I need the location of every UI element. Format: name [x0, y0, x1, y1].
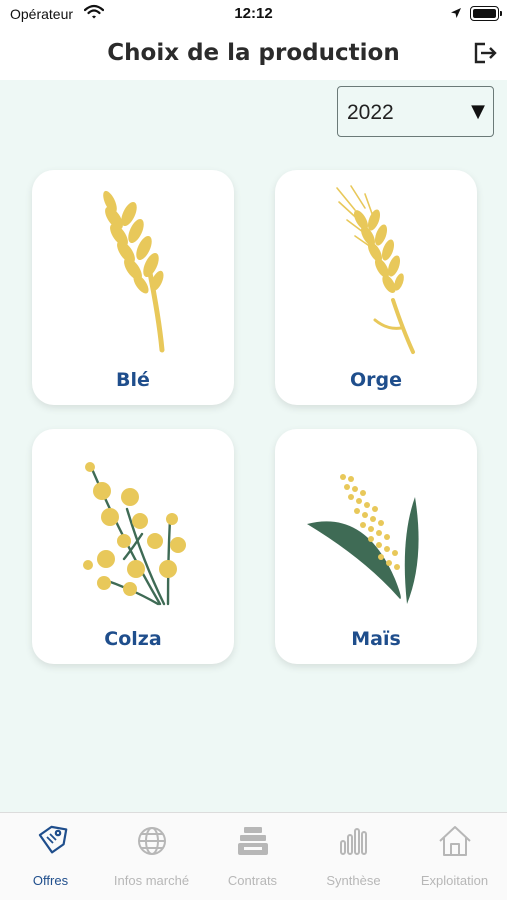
tab-label: Exploitation — [420, 873, 489, 888]
battery-icon — [470, 6, 502, 21]
production-label: Blé — [116, 369, 150, 391]
tab-bar: Offres Infos marché Contrats Synthèse Ex… — [0, 812, 507, 900]
year-select[interactable]: 2022 ▼ — [337, 86, 494, 137]
status-bar: Opérateur 12:12 — [0, 0, 507, 30]
house-icon — [439, 826, 471, 856]
tab-synthese[interactable]: Synthèse — [303, 813, 404, 900]
year-select-value: 2022 — [347, 101, 394, 124]
tab-contrats[interactable]: Contrats — [202, 813, 303, 900]
production-label: Orge — [349, 369, 402, 391]
tab-offres[interactable]: Offres — [0, 813, 101, 900]
globe-icon — [138, 827, 166, 855]
logout-icon[interactable] — [472, 40, 498, 66]
barley-icon — [336, 185, 415, 354]
nav-header: Choix de la production — [0, 30, 507, 80]
location-arrow-icon — [451, 8, 461, 18]
bar-chart-icon — [340, 828, 367, 855]
wheat-icon — [103, 190, 165, 353]
corn-icon — [307, 474, 419, 604]
tab-label: Offres — [32, 873, 69, 888]
production-content: 2022 ▼ Blé Orge Colza Maïs — [0, 80, 507, 812]
rapeseed-icon — [83, 462, 186, 606]
contracts-icon — [238, 827, 268, 855]
production-card-colza[interactable]: Colza — [32, 429, 234, 664]
dropdown-arrow-icon: ▼ — [471, 101, 485, 122]
clock: 12:12 — [234, 5, 273, 22]
page-title: Choix de la production — [107, 40, 400, 66]
tab-label: Contrats — [227, 873, 278, 888]
production-label: Colza — [104, 628, 162, 650]
production-card-ble[interactable]: Blé — [32, 170, 234, 405]
tab-infos-marche[interactable]: Infos marché — [101, 813, 202, 900]
production-label: Maïs — [351, 628, 401, 650]
tab-exploitation[interactable]: Exploitation — [404, 813, 505, 900]
production-card-mais[interactable]: Maïs — [275, 429, 477, 664]
price-tag-icon — [38, 825, 68, 854]
production-card-orge[interactable]: Orge — [275, 170, 477, 405]
tab-label: Infos marché — [113, 873, 190, 888]
tab-label: Synthèse — [326, 873, 381, 888]
